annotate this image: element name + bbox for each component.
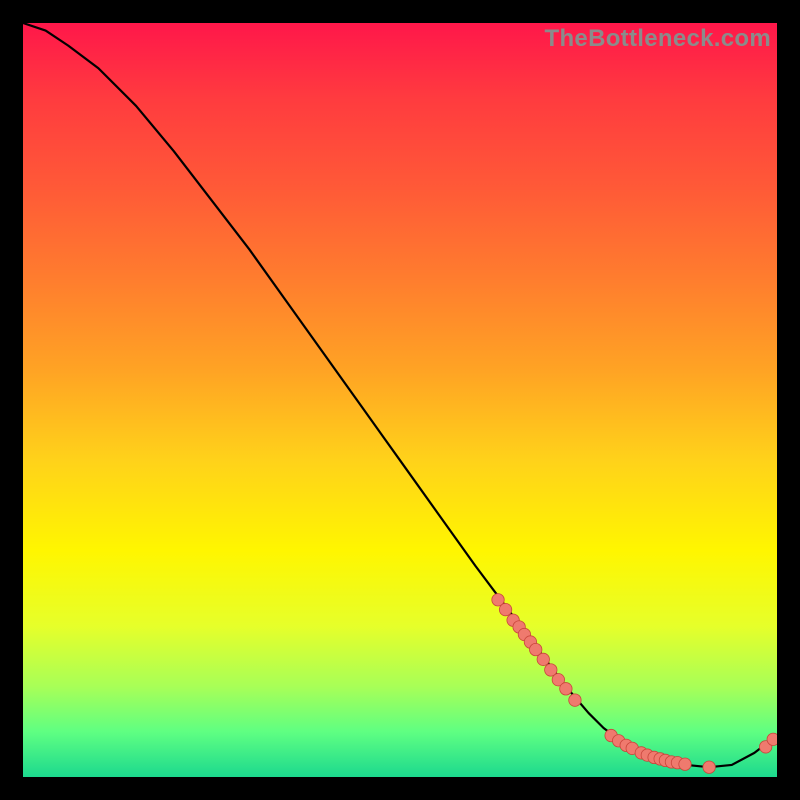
curve-line <box>23 23 777 767</box>
data-point <box>537 653 549 665</box>
chart-overlay <box>23 23 777 777</box>
data-point <box>703 761 715 773</box>
data-point <box>767 733 777 745</box>
data-point <box>499 603 511 615</box>
plot-area: TheBottleneck.com <box>23 23 777 777</box>
data-points <box>492 594 777 774</box>
data-point <box>560 683 572 695</box>
data-point <box>679 758 691 770</box>
chart-stage: TheBottleneck.com <box>0 0 800 800</box>
data-point <box>569 694 581 706</box>
